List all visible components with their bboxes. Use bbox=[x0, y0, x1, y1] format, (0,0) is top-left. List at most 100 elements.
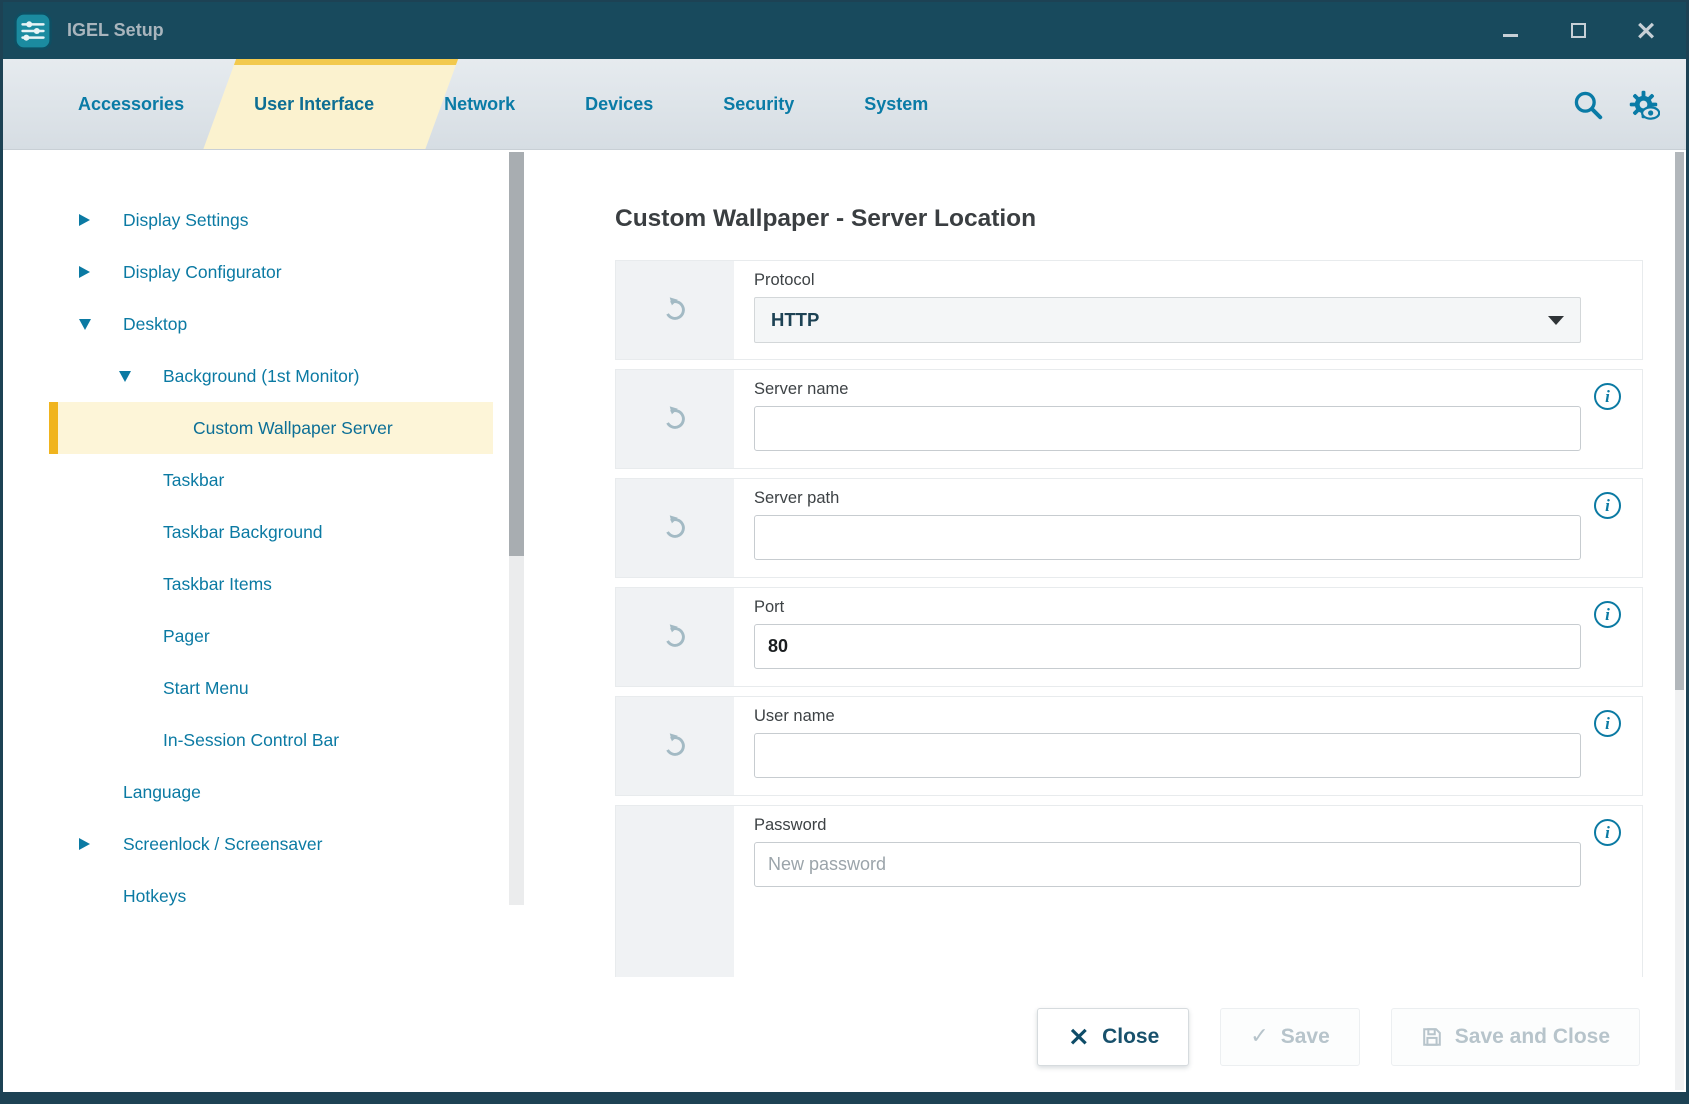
sidebar-item-label: Hotkeys bbox=[123, 886, 186, 907]
tab-devices[interactable]: Devices bbox=[550, 59, 688, 149]
form: Protocol HTTP bbox=[615, 260, 1643, 977]
field-label: Server name bbox=[754, 380, 1642, 399]
protocol-value: HTTP bbox=[771, 309, 819, 331]
sidebar-item-display-configurator[interactable]: Display Configurator bbox=[49, 246, 493, 298]
form-row-server-name: Server name i bbox=[615, 369, 1643, 469]
reset-panel bbox=[616, 588, 734, 686]
chevron-right-icon[interactable] bbox=[79, 266, 91, 278]
reset-panel bbox=[616, 370, 734, 468]
sidebar-item-language[interactable]: Language bbox=[49, 766, 493, 818]
close-window-button[interactable]: × bbox=[1634, 19, 1658, 43]
protocol-select[interactable]: HTTP bbox=[754, 297, 1581, 343]
close-button[interactable]: × Close bbox=[1037, 1008, 1189, 1066]
tab-system[interactable]: System bbox=[829, 59, 963, 149]
save-button[interactable]: ✓ Save bbox=[1220, 1008, 1359, 1066]
chevron-right-icon[interactable] bbox=[79, 838, 91, 850]
tab-security[interactable]: Security bbox=[688, 59, 829, 149]
content-area: Display Settings Display Configurator De… bbox=[3, 150, 1686, 1092]
tab-network[interactable]: Network bbox=[409, 59, 550, 149]
form-row-port: Port i bbox=[615, 587, 1643, 687]
titlebar: IGEL Setup × bbox=[3, 2, 1686, 59]
sidebar-item-label: Display Settings bbox=[123, 210, 248, 231]
reset-panel bbox=[616, 806, 734, 977]
tab-accessories[interactable]: Accessories bbox=[43, 59, 219, 149]
sidebar-item-label: Display Configurator bbox=[123, 262, 282, 283]
sidebar-item-taskbar-background[interactable]: Taskbar Background bbox=[49, 506, 493, 558]
page-scrollbar-thumb[interactable] bbox=[1675, 152, 1684, 690]
settings-gear-icon[interactable] bbox=[1627, 88, 1660, 121]
sidebar-item-display-settings[interactable]: Display Settings bbox=[49, 194, 493, 246]
chevron-down-icon[interactable] bbox=[79, 319, 91, 330]
reset-panel bbox=[616, 479, 734, 577]
main-panel: Custom Wallpaper - Server Location Prot bbox=[615, 150, 1643, 977]
maximize-icon bbox=[1571, 23, 1586, 38]
reset-panel bbox=[616, 261, 734, 359]
chevron-down-icon bbox=[1548, 316, 1564, 325]
form-row-user-name: User name i bbox=[615, 696, 1643, 796]
info-icon[interactable]: i bbox=[1594, 710, 1621, 737]
tab-bar: Accessories User Interface Network Devic… bbox=[3, 59, 1686, 150]
reset-icon[interactable] bbox=[661, 732, 689, 760]
sidebar-item-label: Language bbox=[123, 782, 201, 803]
field-label: Server path bbox=[754, 489, 1642, 508]
sidebar-item-label: Pager bbox=[163, 626, 210, 647]
reset-icon[interactable] bbox=[661, 623, 689, 651]
save-and-close-button[interactable]: Save and Close bbox=[1391, 1008, 1640, 1066]
server-name-input[interactable] bbox=[754, 406, 1581, 451]
port-input[interactable] bbox=[754, 624, 1581, 669]
minimize-icon bbox=[1503, 34, 1518, 37]
app-logo-icon bbox=[14, 12, 52, 50]
reset-icon[interactable] bbox=[661, 514, 689, 542]
close-x-icon: × bbox=[1067, 1023, 1090, 1050]
sidebar-item-label: Taskbar bbox=[163, 470, 224, 491]
check-icon: ✓ bbox=[1250, 1026, 1268, 1048]
search-icon[interactable] bbox=[1572, 89, 1603, 120]
info-icon[interactable]: i bbox=[1594, 383, 1621, 410]
field-label: Password bbox=[754, 816, 1642, 835]
info-icon[interactable]: i bbox=[1594, 492, 1621, 519]
sidebar-item-background-1st-monitor[interactable]: Background (1st Monitor) bbox=[49, 350, 493, 402]
form-row-protocol: Protocol HTTP bbox=[615, 260, 1643, 360]
floppy-disk-icon bbox=[1421, 1026, 1443, 1048]
sidebar-item-pager[interactable]: Pager bbox=[49, 610, 493, 662]
sidebar-scrollbar-thumb[interactable] bbox=[509, 152, 524, 556]
sidebar-item-desktop[interactable]: Desktop bbox=[49, 298, 493, 350]
sidebar-item-start-menu[interactable]: Start Menu bbox=[49, 662, 493, 714]
sidebar-item-label: Taskbar Background bbox=[163, 522, 323, 543]
reset-panel bbox=[616, 697, 734, 795]
tabbar-icons bbox=[1572, 59, 1660, 149]
chevron-down-icon[interactable] bbox=[119, 371, 131, 382]
reset-icon[interactable] bbox=[661, 296, 689, 324]
page-title: Custom Wallpaper - Server Location bbox=[615, 204, 1643, 234]
sidebar-item-label: Screenlock / Screensaver bbox=[123, 834, 322, 855]
sidebar-item-label: Desktop bbox=[123, 314, 187, 335]
page-scrollbar[interactable] bbox=[1675, 152, 1684, 1090]
sidebar-item-screenlock-screensaver[interactable]: Screenlock / Screensaver bbox=[49, 818, 493, 870]
sidebar-item-label: In-Session Control Bar bbox=[163, 730, 339, 751]
info-icon[interactable]: i bbox=[1594, 601, 1621, 628]
sidebar-scrollbar[interactable] bbox=[509, 152, 524, 905]
chevron-right-icon[interactable] bbox=[79, 214, 91, 226]
maximize-button[interactable] bbox=[1566, 19, 1590, 43]
reset-icon[interactable] bbox=[661, 405, 689, 433]
sidebar-item-label: Start Menu bbox=[163, 678, 249, 699]
field-label: Port bbox=[754, 598, 1642, 617]
tabs: Accessories User Interface Network Devic… bbox=[3, 59, 1686, 149]
password-input[interactable] bbox=[754, 842, 1581, 887]
sidebar-nav: Display Settings Display Configurator De… bbox=[3, 150, 509, 907]
tab-user-interface[interactable]: User Interface bbox=[219, 59, 409, 149]
sidebar-item-in-session-control-bar[interactable]: In-Session Control Bar bbox=[49, 714, 493, 766]
info-icon[interactable]: i bbox=[1594, 819, 1621, 846]
sidebar-item-taskbar[interactable]: Taskbar bbox=[49, 454, 493, 506]
sidebar-item-hotkeys[interactable]: Hotkeys bbox=[49, 870, 493, 907]
sidebar-item-label: Background (1st Monitor) bbox=[163, 366, 359, 387]
sidebar-item-custom-wallpaper-server[interactable]: Custom Wallpaper Server bbox=[49, 402, 493, 454]
server-path-input[interactable] bbox=[754, 515, 1581, 560]
window-title: IGEL Setup bbox=[67, 20, 164, 41]
sidebar-item-taskbar-items[interactable]: Taskbar Items bbox=[49, 558, 493, 610]
minimize-button[interactable] bbox=[1498, 19, 1522, 43]
form-row-password: Password i bbox=[615, 805, 1643, 977]
field-label: Protocol bbox=[754, 271, 1642, 290]
user-name-input[interactable] bbox=[754, 733, 1581, 778]
sidebar-item-label: Taskbar Items bbox=[163, 574, 272, 595]
